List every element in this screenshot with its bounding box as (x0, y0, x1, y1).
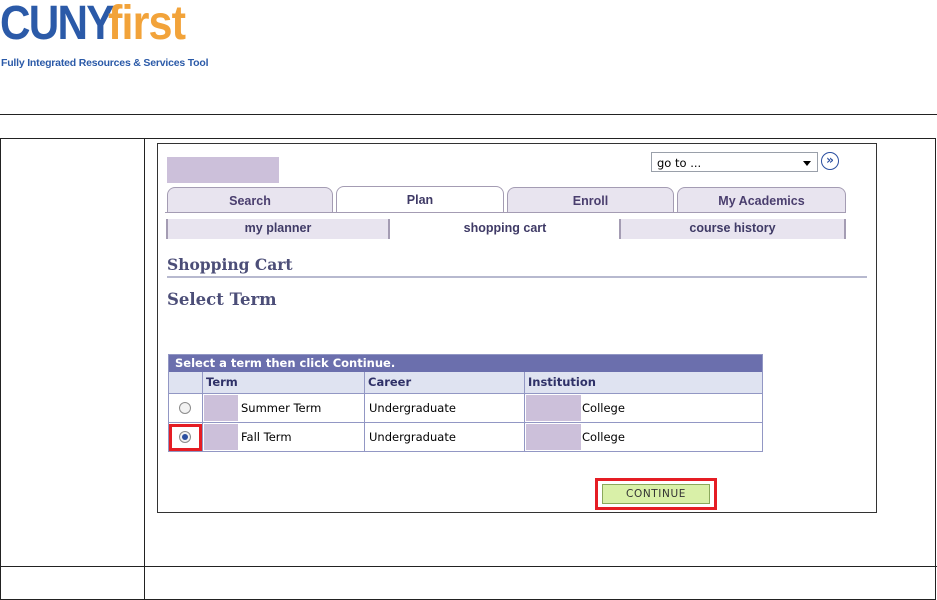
subtab-course-history[interactable]: course history (619, 219, 846, 239)
logo-first-text: first (108, 0, 186, 50)
redacted-term-code (204, 424, 238, 450)
table-column-divider (144, 138, 145, 600)
institution-name: College (582, 430, 625, 444)
row-term-cell: Fall Term (202, 423, 364, 451)
row-career-cell: Undergraduate (364, 394, 524, 422)
double-chevron-right-icon[interactable]: » (821, 152, 839, 170)
goto-dropdown-value: go to ... (657, 156, 702, 170)
term-selection-grid: Select a term then click Continue. Term … (168, 354, 763, 452)
subtab-shopping-cart[interactable]: shopping cart (392, 219, 618, 239)
highlight-box-radio (169, 424, 202, 451)
redacted-institution (526, 424, 581, 450)
grid-header-career: Career (364, 372, 524, 393)
tab-my-academics-label: My Academics (718, 194, 805, 208)
tab-my-academics[interactable]: My Academics (677, 187, 846, 212)
table-row-divider (0, 566, 937, 567)
continue-button[interactable]: CONTINUE (602, 484, 710, 504)
row-select-cell (169, 394, 202, 422)
row-institution-cell: College (524, 394, 762, 422)
tab-plan[interactable]: Plan (336, 186, 504, 213)
tab-search[interactable]: Search (167, 187, 333, 212)
term-name: Summer Term (241, 401, 322, 415)
table-row[interactable]: Summer Term Undergraduate College (169, 394, 762, 423)
tab-enroll-label: Enroll (572, 194, 609, 208)
subtab-my-planner-label: my planner (244, 221, 312, 235)
redacted-institution (526, 395, 581, 421)
radio-summer-term[interactable] (179, 402, 191, 414)
tab-search-label: Search (229, 194, 271, 208)
row-term-cell: Summer Term (202, 394, 364, 422)
logo-tagline: Fully Integrated Resources & Services To… (1, 57, 209, 69)
institution-name: College (582, 401, 625, 415)
row-career-cell: Undergraduate (364, 423, 524, 451)
term-name: Fall Term (241, 430, 292, 444)
row-institution-cell: College (524, 423, 762, 451)
page-subtitle: Select Term (167, 290, 277, 309)
subtab-shopping-cart-label: shopping cart (463, 221, 547, 235)
logo-cuny-text: CUNY (0, 0, 114, 50)
subtab-course-history-label: course history (689, 221, 776, 235)
grid-title: Select a term then click Continue. (169, 355, 762, 372)
page-title: Shopping Cart (167, 255, 293, 274)
highlight-box-continue: CONTINUE (595, 478, 717, 510)
tab-plan-label: Plan (406, 193, 434, 207)
subtab-my-planner[interactable]: my planner (166, 219, 390, 239)
tab-enroll[interactable]: Enroll (507, 187, 674, 212)
grid-header-institution: Institution (524, 372, 762, 393)
tab-underline (165, 212, 846, 213)
cunyfirst-logo: CUNY first Fully Integrated Resources & … (0, 0, 240, 72)
grid-header-select (169, 372, 202, 393)
row-select-cell (169, 423, 202, 451)
grid-header-term: Term (202, 372, 364, 393)
table-row[interactable]: Fall Term Undergraduate College (169, 423, 762, 451)
redacted-term-code (204, 395, 238, 421)
header-divider (0, 114, 937, 115)
grid-header-row: Term Career Institution (169, 372, 762, 394)
redacted-name-block (167, 157, 279, 183)
shopping-cart-screenshot: go to ... » Search Plan Enroll My Academ… (157, 143, 877, 513)
title-underline (167, 276, 867, 278)
chevron-down-icon (803, 161, 811, 166)
goto-dropdown[interactable]: go to ... (651, 152, 818, 172)
